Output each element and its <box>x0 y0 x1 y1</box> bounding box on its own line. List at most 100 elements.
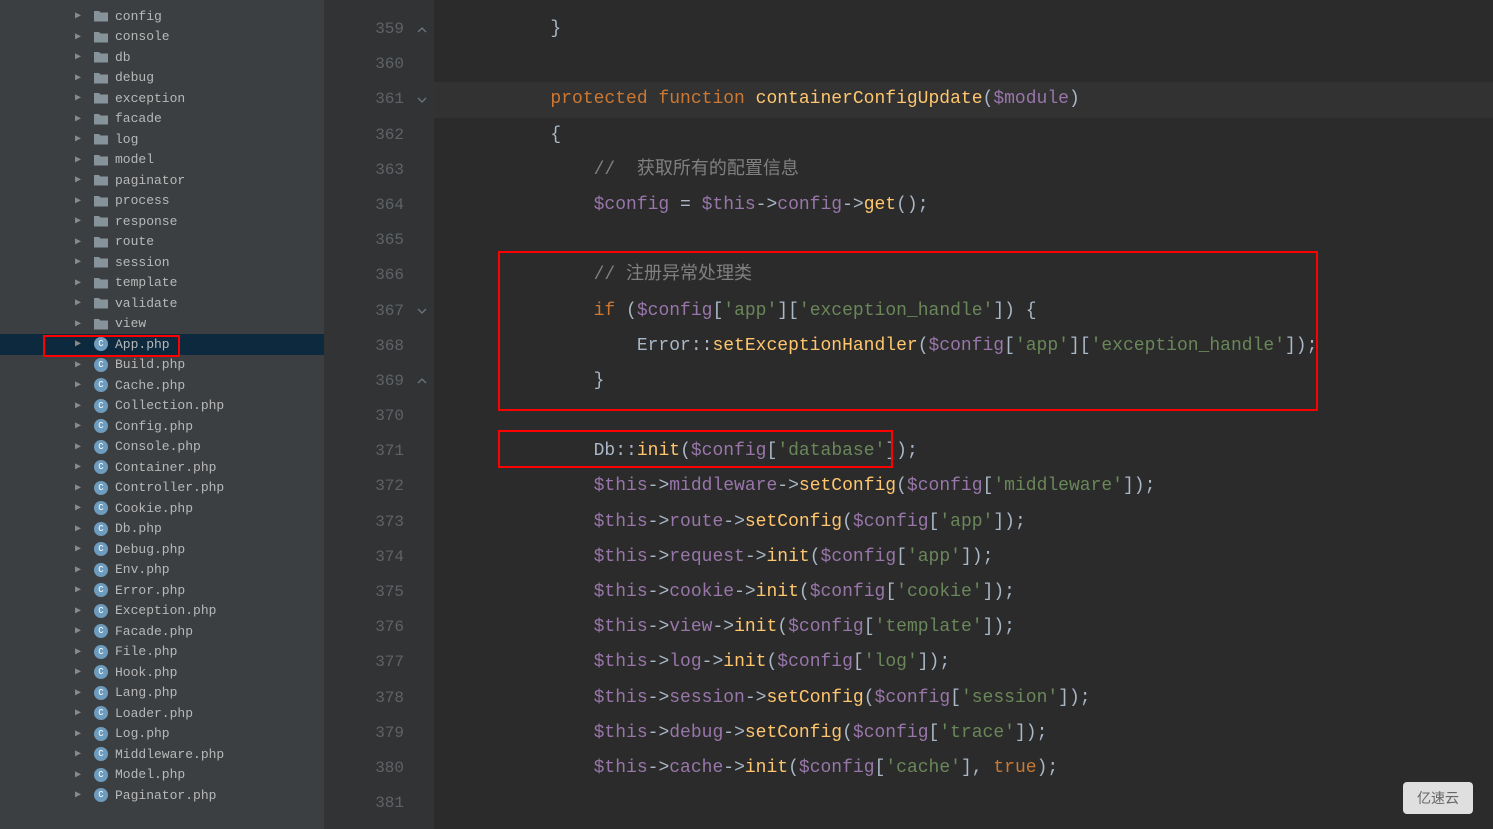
code-line-375[interactable]: $this->cookie->init($config['cookie']); <box>434 575 1493 610</box>
code-line-377[interactable]: $this->log->init($config['log']); <box>434 645 1493 680</box>
code-line-373[interactable]: $this->route->setConfig($config['app']); <box>434 505 1493 540</box>
tree-file-Debug-php[interactable]: ▶CDebug.php <box>0 539 324 560</box>
tree-file-Log-php[interactable]: ▶CLog.php <box>0 724 324 745</box>
tree-item-label: Debug.php <box>115 542 185 557</box>
tree-file-Cookie-php[interactable]: ▶CCookie.php <box>0 498 324 519</box>
code-line-381[interactable] <box>434 786 1493 821</box>
tree-folder-db[interactable]: ▶db <box>0 47 324 68</box>
code-line-363[interactable]: // 获取所有的配置信息 <box>434 153 1493 188</box>
tree-item-label: File.php <box>115 644 177 659</box>
chevron-right-icon: ▶ <box>75 523 87 535</box>
tree-file-Env-php[interactable]: ▶CEnv.php <box>0 560 324 581</box>
tree-file-File-php[interactable]: ▶CFile.php <box>0 642 324 663</box>
tree-folder-log[interactable]: ▶log <box>0 129 324 150</box>
code-line-367[interactable]: if ($config['app']['exception_handle']) … <box>434 294 1493 329</box>
folder-icon <box>93 172 109 188</box>
code-line-369[interactable]: } <box>434 364 1493 399</box>
php-file-icon: C <box>93 480 109 496</box>
tree-item-label: Lang.php <box>115 685 177 700</box>
fold-gutter-empty <box>414 223 430 258</box>
tree-folder-validate[interactable]: ▶validate <box>0 293 324 314</box>
tree-item-label: Container.php <box>115 460 216 475</box>
tree-folder-facade[interactable]: ▶facade <box>0 109 324 130</box>
tree-folder-model[interactable]: ▶model <box>0 150 324 171</box>
code-line-361[interactable]: protected function containerConfigUpdate… <box>434 82 1493 117</box>
tree-file-Db-php[interactable]: ▶CDb.php <box>0 519 324 540</box>
tree-file-Console-php[interactable]: ▶CConsole.php <box>0 437 324 458</box>
code-line-360[interactable] <box>434 47 1493 82</box>
fold-gutter-empty <box>414 751 430 786</box>
tree-item-label: Cache.php <box>115 378 185 393</box>
tree-item-label: Console.php <box>115 439 201 454</box>
chevron-right-icon: ▶ <box>75 236 87 248</box>
tree-file-Container-php[interactable]: ▶CContainer.php <box>0 457 324 478</box>
folder-icon <box>93 90 109 106</box>
code-line-374[interactable]: $this->request->init($config['app']); <box>434 540 1493 575</box>
code-line-365[interactable] <box>434 223 1493 258</box>
tree-file-Model-php[interactable]: ▶CModel.php <box>0 765 324 786</box>
code-line-362[interactable]: { <box>434 118 1493 153</box>
tree-folder-route[interactable]: ▶route <box>0 232 324 253</box>
tree-file-Lang-php[interactable]: ▶CLang.php <box>0 683 324 704</box>
code-line-370[interactable] <box>434 399 1493 434</box>
code-line-380[interactable]: $this->cache->init($config['cache'], tru… <box>434 751 1493 786</box>
file-tree-sidebar[interactable]: ▶config▶console▶db▶debug▶exception▶facad… <box>0 0 324 829</box>
fold-close-icon[interactable] <box>414 12 430 47</box>
tree-folder-session[interactable]: ▶session <box>0 252 324 273</box>
fold-gutter-empty <box>414 645 430 680</box>
tree-file-Middleware-php[interactable]: ▶CMiddleware.php <box>0 744 324 765</box>
tree-folder-debug[interactable]: ▶debug <box>0 68 324 89</box>
tree-file-Error-php[interactable]: ▶CError.php <box>0 580 324 601</box>
tree-folder-view[interactable]: ▶view <box>0 314 324 335</box>
code-line-366[interactable]: // 注册异常处理类 <box>434 258 1493 293</box>
code-line-376[interactable]: $this->view->init($config['template']); <box>434 610 1493 645</box>
tree-file-Facade-php[interactable]: ▶CFacade.php <box>0 621 324 642</box>
fold-gutter-empty <box>414 469 430 504</box>
fold-gutter-empty <box>414 786 430 821</box>
code-line-364[interactable]: $config = $this->config->get(); <box>434 188 1493 223</box>
chevron-right-icon: ▶ <box>75 338 87 350</box>
fold-gutter-empty <box>414 188 430 223</box>
php-file-icon: C <box>93 521 109 537</box>
code-line-372[interactable]: $this->middleware->setConfig($config['mi… <box>434 469 1493 504</box>
tree-file-Config-php[interactable]: ▶CConfig.php <box>0 416 324 437</box>
watermark: 亿速云 <box>1403 782 1473 814</box>
fold-close-icon[interactable] <box>414 364 430 399</box>
tree-item-label: Collection.php <box>115 398 224 413</box>
tree-file-Loader-php[interactable]: ▶CLoader.php <box>0 703 324 724</box>
code-area[interactable]: } protected function containerConfigUpda… <box>434 0 1493 829</box>
tree-folder-template[interactable]: ▶template <box>0 273 324 294</box>
tree-folder-console[interactable]: ▶console <box>0 27 324 48</box>
tree-file-Hook-php[interactable]: ▶CHook.php <box>0 662 324 683</box>
tree-folder-paginator[interactable]: ▶paginator <box>0 170 324 191</box>
tree-item-label: template <box>115 275 177 290</box>
tree-folder-response[interactable]: ▶response <box>0 211 324 232</box>
tree-file-Build-php[interactable]: ▶CBuild.php <box>0 355 324 376</box>
tree-folder-process[interactable]: ▶process <box>0 191 324 212</box>
chevron-right-icon: ▶ <box>75 441 87 453</box>
tree-file-App-php[interactable]: ▶CApp.php <box>0 334 324 355</box>
fold-open-icon[interactable] <box>414 82 430 117</box>
tree-file-Paginator-php[interactable]: ▶CPaginator.php <box>0 785 324 806</box>
tree-file-Controller-php[interactable]: ▶CController.php <box>0 478 324 499</box>
folder-icon <box>93 70 109 86</box>
tree-file-Exception-php[interactable]: ▶CException.php <box>0 601 324 622</box>
folder-icon <box>93 111 109 127</box>
fold-open-icon[interactable] <box>414 294 430 329</box>
fold-gutter-empty <box>414 575 430 610</box>
tree-folder-config[interactable]: ▶config <box>0 6 324 27</box>
tree-item-label: Config.php <box>115 419 193 434</box>
code-editor[interactable]: 3593603613623633643653663673683693703713… <box>324 0 1493 829</box>
tree-item-label: Model.php <box>115 767 185 782</box>
php-file-icon: C <box>93 644 109 660</box>
code-line-379[interactable]: $this->debug->setConfig($config['trace']… <box>434 716 1493 751</box>
folder-icon <box>93 213 109 229</box>
code-line-371[interactable]: Db::init($config['database']); <box>434 434 1493 469</box>
tree-file-Collection-php[interactable]: ▶CCollection.php <box>0 396 324 417</box>
code-line-359[interactable]: } <box>434 12 1493 47</box>
tree-folder-exception[interactable]: ▶exception <box>0 88 324 109</box>
code-line-368[interactable]: Error::setExceptionHandler($config['app'… <box>434 329 1493 364</box>
tree-file-Cache-php[interactable]: ▶CCache.php <box>0 375 324 396</box>
php-file-icon: C <box>93 398 109 414</box>
code-line-378[interactable]: $this->session->setConfig($config['sessi… <box>434 681 1493 716</box>
